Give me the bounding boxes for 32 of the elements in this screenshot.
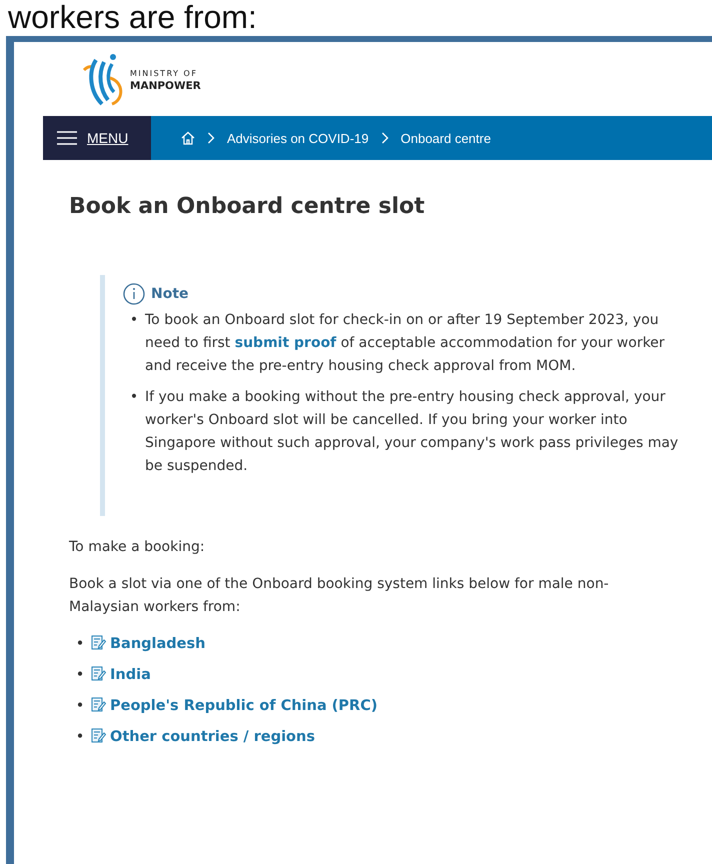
breadcrumb-link[interactable]: Advisories on COVID-19 bbox=[227, 130, 369, 146]
edit-form-icon bbox=[91, 666, 106, 681]
bullet: • bbox=[128, 311, 140, 330]
edit-form-icon bbox=[91, 635, 106, 650]
country-link[interactable]: Bangladesh bbox=[110, 636, 206, 652]
edit-form-icon bbox=[91, 728, 106, 743]
country-link[interactable]: India bbox=[110, 667, 151, 683]
note-heading: Note bbox=[151, 286, 189, 302]
body-text: Book a slot via one of the Onboard booking system links below for male non-Malaysian workers from: bbox=[69, 575, 610, 617]
note-text: If you make a booking without the pre-entry housing check approval, your worker's Onboard slot will be cancelled. If you bring your worker into Singapore without such approval, your company's work pass privileges may be suspended. bbox=[145, 388, 680, 476]
submit-proof-link[interactable]: submit proof bbox=[234, 335, 336, 351]
note-text: To book an Onboard slot for check-in on or after 19 September 2023, you need to first submit proof of acceptable accommodation for your worker and receive the pre-entry housing check approval from MOM. bbox=[145, 311, 666, 376]
body-text: To make a booking: bbox=[69, 538, 206, 557]
breadcrumb-link[interactable]: Onboard centre bbox=[400, 130, 491, 146]
menu-icon bbox=[57, 131, 77, 145]
bullet: • bbox=[74, 666, 86, 685]
country-link[interactable]: People's Republic of China (PRC) bbox=[110, 698, 378, 714]
menu-button[interactable]: MENU bbox=[43, 116, 151, 160]
logo-text: MINISTRY OF MANPOWER bbox=[130, 68, 201, 92]
menu-label[interactable]: MENU bbox=[87, 130, 128, 146]
edit-form-icon bbox=[91, 697, 106, 712]
bullet: • bbox=[128, 388, 140, 407]
bullet: • bbox=[74, 697, 86, 716]
bullet: • bbox=[74, 635, 86, 654]
bullet: • bbox=[74, 728, 86, 747]
chevron-icon bbox=[207, 132, 215, 144]
chevron-icon bbox=[380, 132, 389, 144]
country-link[interactable]: Other countries / regions bbox=[110, 729, 315, 745]
info-icon bbox=[123, 283, 145, 305]
caption-text: workers are from: bbox=[7, 0, 258, 36]
page-title: Book an Onboard centre slot bbox=[69, 194, 426, 219]
home-icon[interactable] bbox=[181, 131, 195, 145]
